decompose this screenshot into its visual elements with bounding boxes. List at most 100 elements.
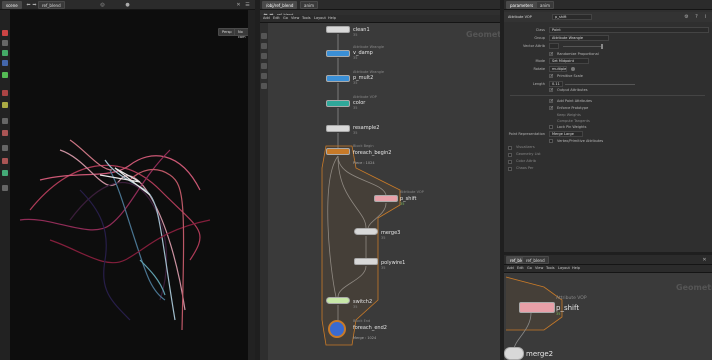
node-body[interactable] (326, 148, 350, 155)
param-lock-check[interactable] (549, 125, 553, 129)
menu-icon[interactable]: ☰ (245, 3, 250, 8)
info-icon[interactable]: i (703, 15, 708, 20)
scale-tool[interactable] (2, 60, 8, 66)
node-info: Merge : 1024 (353, 336, 377, 340)
param-row-mode2: Mode Set Midpoint (505, 57, 710, 65)
sidelist-label: Color Attrib (516, 159, 536, 163)
param-label: Enforce Prototype (557, 106, 589, 110)
sidelist-check[interactable] (508, 160, 512, 164)
sidelist-check[interactable] (508, 146, 512, 150)
node-body[interactable] (326, 125, 350, 132)
network-pane[interactable]: /obj/ref_blend anim ⬅ ➡ ref_blend Add Ed… (260, 0, 510, 360)
param-sidelist: Visualizers Geometry List Color Attrib C… (506, 144, 566, 174)
param-divider (510, 95, 705, 96)
pin-icon[interactable]: ✕ (236, 3, 241, 8)
pose-tool[interactable] (2, 90, 8, 96)
node-body[interactable] (326, 26, 350, 33)
help-icon[interactable]: ? (694, 15, 699, 20)
param-add-check[interactable] (549, 98, 553, 103)
tab-scene[interactable]: scene (2, 1, 22, 9)
node-info: 35 (381, 266, 386, 270)
vector-slider-end[interactable] (601, 44, 603, 49)
param-mode-check[interactable] (549, 51, 553, 56)
brush-tool[interactable] (2, 102, 8, 108)
persp-button[interactable]: Persp (218, 28, 236, 36)
snap-tool[interactable] (2, 130, 8, 136)
length-slider[interactable] (565, 84, 635, 85)
node-label: merge2 (526, 350, 554, 358)
rotate-tool[interactable] (2, 50, 8, 56)
node-type-label: Attribute VOP (508, 15, 532, 19)
node-body[interactable] (326, 50, 350, 57)
node-info: 35 (400, 202, 405, 206)
node-label: foreach_end2 (353, 325, 387, 331)
param-label: Point Representation (508, 132, 545, 136)
measure-tool[interactable] (2, 145, 8, 151)
move-tool[interactable] (2, 40, 8, 46)
node-body[interactable] (354, 258, 378, 265)
param-row-class: Class Point (505, 26, 710, 34)
tab-parameters[interactable]: parameters (506, 1, 538, 9)
node-type: Attribute Wrangle (353, 45, 385, 49)
param-scale-check[interactable] (549, 73, 553, 78)
param-row-vector: Vector Attrib (505, 42, 710, 50)
sidelist-label: Geometry List (516, 152, 541, 156)
sidelist-check[interactable] (508, 167, 512, 171)
sidelist-check[interactable] (508, 153, 512, 157)
arrow-right-icon[interactable]: ➡ (32, 3, 37, 8)
node-info: 35 (353, 56, 358, 60)
viewport-pane[interactable]: scene ⬅ ➡ ref_blend ◎ ● ✕ ☰ Persp No cam (0, 0, 255, 360)
node-body[interactable] (354, 228, 378, 235)
param-label: Add Point Attributes (557, 99, 592, 103)
param-label: Lock Pin Weights (557, 125, 587, 129)
node-type: Attribute VOP (353, 95, 377, 99)
node-info: 35 (353, 106, 358, 110)
node-body[interactable] (326, 100, 350, 107)
curve-stroke (39, 155, 201, 191)
node-body[interactable] (326, 75, 350, 82)
lower-network-pane[interactable]: ref_blend ref_blend ✕ Add Edit Go View T… (504, 255, 712, 360)
param-row-output: Output Attributes (505, 86, 710, 94)
view-bar: Persp No cam (10, 28, 250, 39)
param-label: Mode (535, 59, 545, 63)
curve-geometry (19, 139, 211, 331)
vector-slider[interactable] (563, 46, 603, 47)
param-row-scale: Primitive Scale (505, 72, 710, 80)
foreach-block-outline (321, 145, 401, 346)
display-strip (248, 10, 255, 360)
node-body[interactable] (326, 297, 350, 304)
path-obj[interactable]: ref_blend (38, 1, 65, 9)
cam-tool[interactable] (2, 170, 8, 176)
tab-anim[interactable]: anim (536, 1, 554, 9)
node-body[interactable] (374, 195, 398, 202)
render-tool[interactable] (2, 185, 8, 191)
param-group-field[interactable]: Attribute Wrangle (549, 35, 609, 41)
param-label: Rotate (533, 67, 545, 71)
param-tabbar: parameters anim (504, 0, 712, 10)
node-body[interactable] (519, 302, 555, 313)
node-info: 35 (353, 81, 358, 85)
param-output-check[interactable] (549, 87, 553, 92)
dot-icon[interactable]: ● (125, 3, 130, 8)
curve-stroke (19, 149, 171, 231)
param-label: Primitive Scale (557, 74, 583, 78)
param-mode-field[interactable]: Set Midpoint (549, 58, 589, 64)
node-body[interactable] (504, 347, 524, 360)
node-body[interactable] (328, 320, 346, 338)
param-label: Vector Attrib (523, 44, 545, 48)
arrow-icon[interactable]: ⬅ (26, 3, 31, 8)
view-tool[interactable] (2, 118, 8, 124)
param-class-field[interactable]: Point (549, 27, 709, 33)
param-enforce-check[interactable] (549, 105, 553, 110)
param-vector-field[interactable] (549, 43, 559, 49)
target-icon[interactable]: ◎ (100, 3, 105, 8)
node-info: 35 (381, 236, 386, 240)
node-name-field[interactable]: p_shift (552, 14, 592, 20)
rotate-dot[interactable] (571, 67, 575, 71)
param-vertex-check[interactable] (549, 139, 553, 143)
node-type: Block End (353, 319, 371, 323)
gear-icon[interactable]: ⚙ (684, 15, 689, 20)
light-tool[interactable] (2, 158, 8, 164)
handle-tool[interactable] (2, 72, 8, 78)
select-tool[interactable] (2, 30, 8, 36)
